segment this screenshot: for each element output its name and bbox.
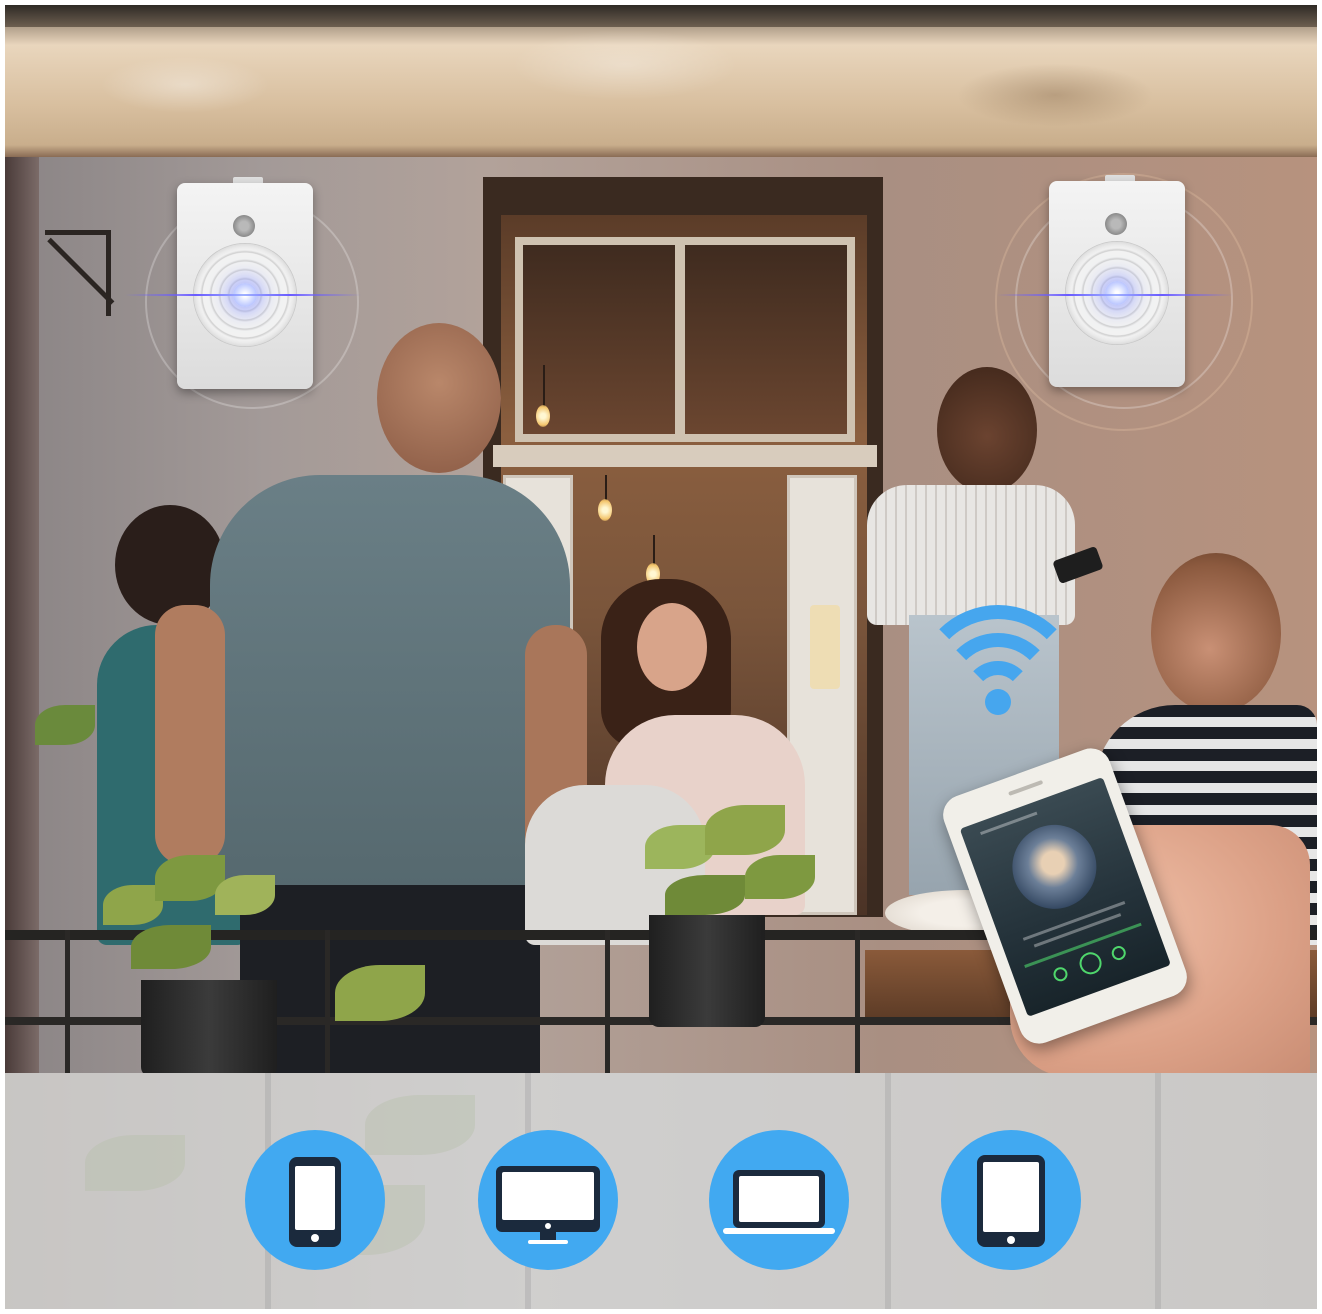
sound-beam (997, 294, 1233, 296)
plant-pot (141, 980, 277, 1077)
laptop-icon-badge (709, 1130, 849, 1270)
photo-frame (5, 5, 1317, 1309)
translucent-veil (5, 1073, 1317, 1309)
awning-edge (5, 5, 1317, 27)
plant-pot (649, 915, 765, 1027)
lamp-cord (605, 475, 607, 500)
desktop-monitor-icon (496, 1166, 600, 1244)
person-face (637, 603, 707, 691)
speaker-glow (1105, 281, 1129, 305)
plant-leaf (35, 705, 95, 745)
plant-leaf (103, 885, 163, 925)
plant-leaf (335, 965, 425, 1021)
person-head (937, 367, 1037, 493)
tablet-icon (977, 1155, 1045, 1247)
person-head (377, 323, 501, 473)
railing-post (855, 930, 860, 1077)
desktop-icon-badge (478, 1130, 618, 1270)
wifi-dot (985, 689, 1011, 715)
drinking-glass (810, 605, 840, 689)
railing-post (325, 930, 330, 1077)
plant-leaf (705, 805, 785, 855)
transom-mullion (675, 237, 685, 442)
door-lintel (493, 445, 877, 467)
person-head (1151, 553, 1281, 713)
lamp-cord (653, 535, 655, 565)
awning (5, 5, 1317, 157)
smartphone-icon-badge (245, 1130, 385, 1270)
plant-leaf (131, 925, 211, 969)
hanging-bulb (536, 405, 550, 427)
person-grey-shirt (210, 475, 570, 905)
lamp-cord (543, 365, 545, 407)
plant-leaf (215, 875, 275, 915)
phone-earpiece (1008, 779, 1044, 796)
album-art (1000, 813, 1109, 921)
person-striped-top (867, 485, 1075, 625)
previous-track-icon (1051, 965, 1070, 984)
railing-post (65, 930, 70, 1077)
speaker-woofer (1065, 241, 1169, 345)
laptop-icon (723, 1170, 835, 1234)
plant-leaf (665, 875, 745, 915)
speaker-tweeter (233, 215, 255, 237)
person-hair (115, 505, 225, 625)
track-title-bar (980, 811, 1038, 836)
speaker-right (1049, 181, 1185, 387)
plant-leaf (745, 855, 815, 899)
speaker-tweeter (1105, 213, 1127, 235)
sound-beam (125, 294, 361, 296)
tablet-icon-badge (941, 1130, 1081, 1270)
hanging-bulb (598, 499, 612, 521)
transom-window (515, 237, 855, 442)
next-track-icon (1109, 944, 1128, 963)
person-arm (155, 605, 225, 865)
smartphone-icon (289, 1157, 341, 1247)
railing-post (605, 930, 610, 1077)
play-button-icon (1076, 949, 1105, 978)
speaker-left (177, 183, 313, 389)
